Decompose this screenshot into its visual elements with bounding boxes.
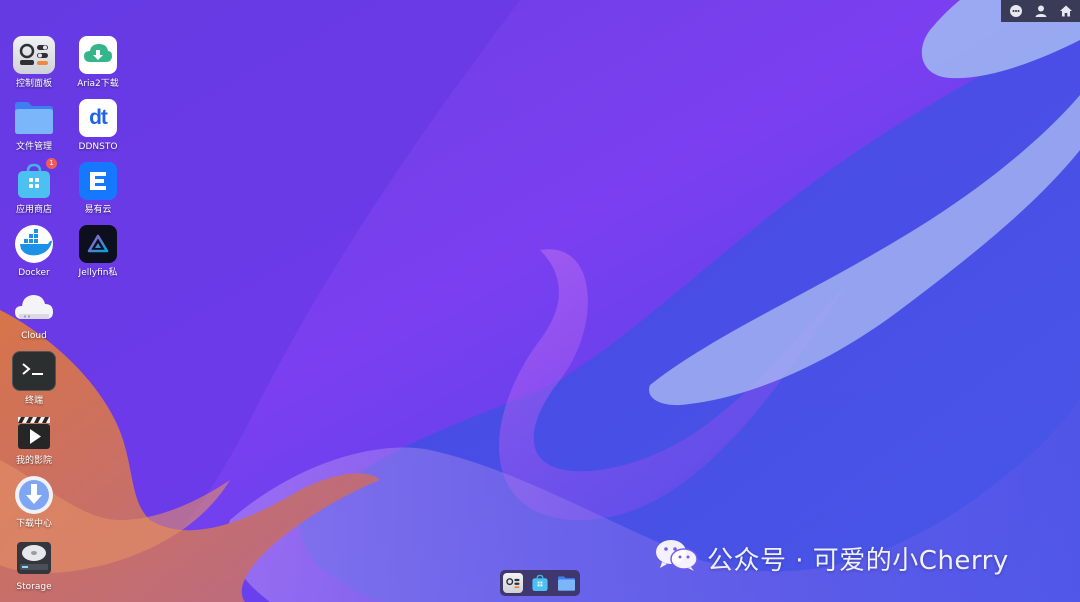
clapperboard-icon bbox=[13, 413, 55, 451]
control-panel-icon bbox=[13, 36, 55, 74]
desktop-icon-label: 下载中心 bbox=[15, 519, 52, 529]
control-panel-icon bbox=[506, 577, 520, 588]
notification-badge: 1 bbox=[46, 158, 57, 169]
dock-item-file-manager[interactable] bbox=[557, 573, 577, 593]
desktop-icon-my-cinema[interactable]: 我的影院 bbox=[4, 413, 64, 467]
desktop-icon-file-manager[interactable]: 文件管理 bbox=[4, 99, 64, 153]
dock-item-app-store[interactable] bbox=[530, 573, 550, 593]
folder-icon bbox=[558, 575, 576, 591]
dock-item-control-panel[interactable] bbox=[503, 573, 524, 593]
desktop-icon-download-center[interactable]: 下载中心 bbox=[4, 476, 64, 530]
desktop-icon-label: Aria2下载 bbox=[77, 79, 119, 89]
desktop-icon-label: 应用商店 bbox=[15, 205, 52, 215]
desktop-icon-storage[interactable]: Storage bbox=[4, 539, 64, 593]
desktop-icon-control-panel[interactable]: 控制面板 bbox=[4, 36, 64, 90]
desktop-wallpaper bbox=[0, 0, 1080, 602]
desktop-icon-label: 控制面板 bbox=[15, 79, 52, 89]
chat-icon[interactable] bbox=[1007, 2, 1025, 20]
desktop-icon-jellyfin[interactable]: Jellyfin私 bbox=[68, 225, 128, 279]
watermark: 公众号 · 可爱的小Cherry bbox=[655, 538, 1009, 578]
desktop-icon-label: DDNSTO bbox=[78, 142, 118, 152]
desktop-icon-label: 易有云 bbox=[84, 205, 112, 215]
desktop-icon-label: 文件管理 bbox=[15, 142, 52, 152]
ddnsto-glyph: dt bbox=[89, 106, 108, 129]
dock bbox=[500, 570, 580, 596]
wechat-icon bbox=[655, 538, 699, 579]
watermark-text: 公众号 · 可爱的小Cherry bbox=[707, 545, 1009, 576]
jellyfin-icon bbox=[79, 225, 117, 263]
app-store-icon bbox=[532, 574, 548, 592]
desktop-icon-label: 终端 bbox=[24, 396, 43, 406]
terminal-icon bbox=[12, 351, 56, 391]
desktop-icon-docker[interactable]: Docker bbox=[4, 225, 64, 279]
folder-icon bbox=[13, 99, 55, 137]
desktop-icon-yiyouyun[interactable]: 易有云 bbox=[68, 162, 128, 216]
app-store-icon: 1 bbox=[13, 158, 57, 200]
desktop-icon-terminal[interactable]: 终端 bbox=[4, 351, 64, 407]
desktop-icon-cloud[interactable]: Cloud bbox=[4, 288, 64, 342]
user-icon[interactable] bbox=[1032, 2, 1050, 20]
desktop-icon-label: Jellyfin私 bbox=[78, 268, 118, 278]
aria2-icon bbox=[79, 36, 117, 74]
desktop-icon-ddnsto[interactable]: dt DDNSTO bbox=[68, 99, 128, 153]
desktop-icon-label: 我的影院 bbox=[15, 456, 52, 466]
ddnsto-icon: dt bbox=[79, 99, 117, 137]
desktop-icon-label: Storage bbox=[16, 582, 52, 592]
cloud-icon bbox=[13, 288, 55, 326]
desktop-icon-label: Docker bbox=[18, 268, 50, 278]
download-center-icon bbox=[13, 476, 55, 514]
desktop-icon-label: Cloud bbox=[21, 331, 47, 341]
yiyouyun-icon bbox=[79, 162, 117, 200]
desktop-icon-app-store[interactable]: 1 应用商店 bbox=[4, 158, 64, 216]
home-icon[interactable] bbox=[1057, 2, 1075, 20]
storage-icon bbox=[13, 539, 55, 577]
desktop-icon-aria2[interactable]: Aria2下载 bbox=[68, 36, 128, 90]
docker-icon bbox=[13, 225, 55, 263]
top-bar bbox=[1001, 0, 1080, 22]
